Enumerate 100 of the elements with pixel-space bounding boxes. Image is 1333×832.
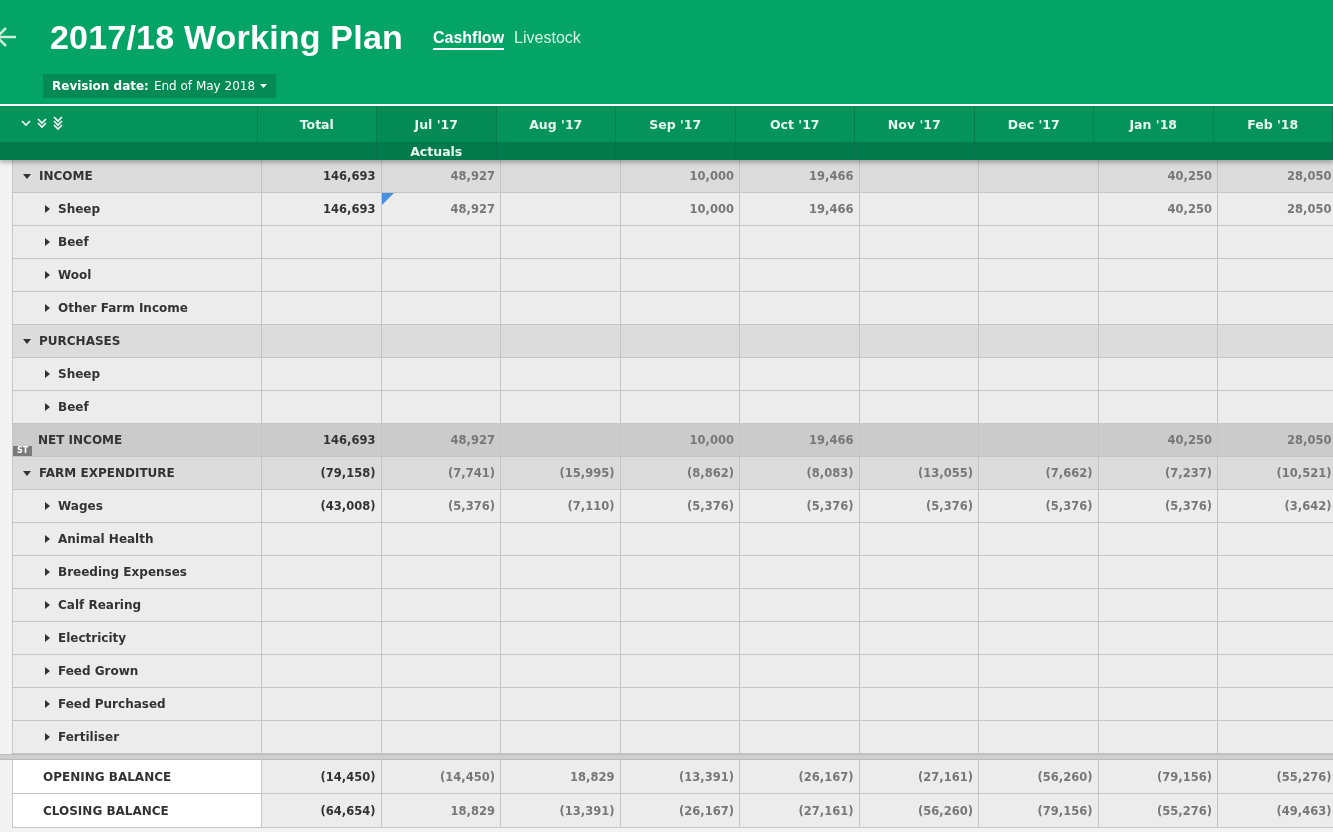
table-cell: (14,450) — [381, 760, 501, 793]
caret-right-icon[interactable] — [45, 304, 50, 312]
table-cell: (15,995) — [501, 457, 621, 489]
table-cell: 48,927 — [381, 193, 501, 225]
table-cell: (5,376) — [620, 490, 740, 522]
table-cell: (79,156) — [979, 794, 1099, 827]
caret-right-icon[interactable] — [45, 667, 50, 675]
caret-down-icon — [260, 84, 268, 88]
table-cell: (27,161) — [740, 794, 860, 827]
chevron-down-icon[interactable] — [21, 120, 31, 128]
table-cell: 40,250 — [1098, 193, 1218, 225]
table-cell: (43,008) — [262, 490, 382, 522]
table-cell: (10,521) — [1218, 457, 1333, 489]
caret-right-icon[interactable] — [45, 238, 50, 246]
table-cell: (7,741) — [381, 457, 501, 489]
table-cell: 18,829 — [501, 760, 621, 793]
table-cell: 28,050 — [1218, 424, 1333, 456]
table-cell: (3,642) — [1218, 490, 1333, 522]
table-cell: (5,376) — [859, 490, 979, 522]
caret-down-icon[interactable] — [23, 470, 31, 476]
caret-right-icon[interactable] — [45, 370, 50, 378]
row-label[interactable]: Beef — [12, 226, 262, 258]
table-cell: (27,161) — [859, 760, 979, 793]
double-chevron-down-icon[interactable] — [37, 118, 47, 130]
caret-right-icon[interactable] — [45, 535, 50, 543]
caret-right-icon[interactable] — [45, 502, 50, 510]
table-cell: 28,050 — [1218, 193, 1333, 225]
column-header: Jul '17 — [377, 106, 497, 142]
row-label: NET INCOME ST — [12, 424, 262, 456]
table-cell: (5,376) — [740, 490, 860, 522]
table-cell: 10,000 — [620, 160, 740, 192]
table-cell: (14,450) — [262, 760, 382, 793]
table-cell: (5,376) — [381, 490, 501, 522]
table-cell: (49,463) — [1218, 794, 1333, 827]
row-label[interactable]: Animal Health — [12, 523, 262, 555]
table-cell: (26,167) — [740, 760, 860, 793]
table-cell: 40,250 — [1098, 424, 1218, 456]
caret-down-icon[interactable] — [23, 338, 31, 344]
row-label[interactable]: Electricity — [12, 622, 262, 654]
table-cell: (13,055) — [859, 457, 979, 489]
row-label[interactable]: Wages — [12, 490, 262, 522]
table-cell: (26,167) — [620, 794, 740, 827]
table-cell: (7,662) — [979, 457, 1099, 489]
table-cell: 146,693 — [262, 424, 382, 456]
table-cell: (79,156) — [1098, 760, 1218, 793]
table-cell: 146,693 — [262, 160, 382, 192]
row-label[interactable]: Sheep — [12, 193, 262, 225]
row-label[interactable]: Calf Rearing — [12, 589, 262, 621]
row-label[interactable]: Other Farm Income — [12, 292, 262, 324]
row-label[interactable]: Feed Purchased — [12, 688, 262, 720]
table-cell: (55,276) — [1098, 794, 1218, 827]
caret-right-icon[interactable] — [45, 568, 50, 576]
table-cell: 19,466 — [740, 160, 860, 192]
caret-right-icon[interactable] — [45, 601, 50, 609]
table-cell: 18,829 — [381, 794, 501, 827]
revision-date-dropdown[interactable]: Revision date: End of May 2018 — [43, 74, 277, 98]
caret-right-icon[interactable] — [45, 700, 50, 708]
table-cell: (79,158) — [262, 457, 382, 489]
row-label[interactable]: Wool — [12, 259, 262, 291]
row-label: CLOSING BALANCE — [12, 794, 262, 827]
caret-right-icon[interactable] — [45, 634, 50, 642]
row-label[interactable]: Feed Grown — [12, 655, 262, 687]
table-cell: (8,083) — [740, 457, 860, 489]
table-cell: (5,376) — [979, 490, 1099, 522]
table-cell: 10,000 — [620, 193, 740, 225]
table-cell: 10,000 — [620, 424, 740, 456]
table-cell: (8,862) — [620, 457, 740, 489]
row-label[interactable]: PURCHASES — [12, 325, 262, 357]
row-label: OPENING BALANCE — [12, 760, 262, 793]
row-label[interactable]: INCOME — [12, 160, 262, 192]
table-cell: (55,276) — [1218, 760, 1333, 793]
table-cell: 19,466 — [740, 193, 860, 225]
row-label[interactable]: Breeding Expenses — [12, 556, 262, 588]
triple-chevron-down-icon[interactable] — [53, 116, 63, 132]
table-cell: (13,391) — [620, 760, 740, 793]
table-cell: (13,391) — [501, 794, 621, 827]
table-cell: 19,466 — [740, 424, 860, 456]
table-cell: (56,260) — [859, 794, 979, 827]
caret-right-icon[interactable] — [45, 733, 50, 741]
caret-down-icon[interactable] — [23, 173, 31, 179]
row-label[interactable]: FARM EXPENDITURE — [12, 457, 262, 489]
back-arrow-icon[interactable] — [0, 26, 18, 48]
table-cell: 146,693 — [262, 193, 382, 225]
table-cell: (56,260) — [979, 760, 1099, 793]
row-label[interactable]: Fertiliser — [12, 721, 262, 753]
row-label[interactable]: Sheep — [12, 358, 262, 390]
page-title: 2017/18 Working Plan — [50, 17, 403, 57]
row-label[interactable]: Beef — [12, 391, 262, 423]
table-cell: 40,250 — [1098, 160, 1218, 192]
table-cell: 48,927 — [381, 424, 501, 456]
table-cell: (5,376) — [1098, 490, 1218, 522]
caret-right-icon[interactable] — [45, 271, 50, 279]
table-cell: 28,050 — [1218, 160, 1333, 192]
table-cell: (7,110) — [501, 490, 621, 522]
table-cell: (64,654) — [262, 794, 382, 827]
caret-right-icon[interactable] — [45, 205, 50, 213]
table-cell: (7,237) — [1098, 457, 1218, 489]
table-cell: 48,927 — [381, 160, 501, 192]
subtotal-badge: ST — [13, 446, 33, 456]
caret-right-icon[interactable] — [45, 403, 50, 411]
